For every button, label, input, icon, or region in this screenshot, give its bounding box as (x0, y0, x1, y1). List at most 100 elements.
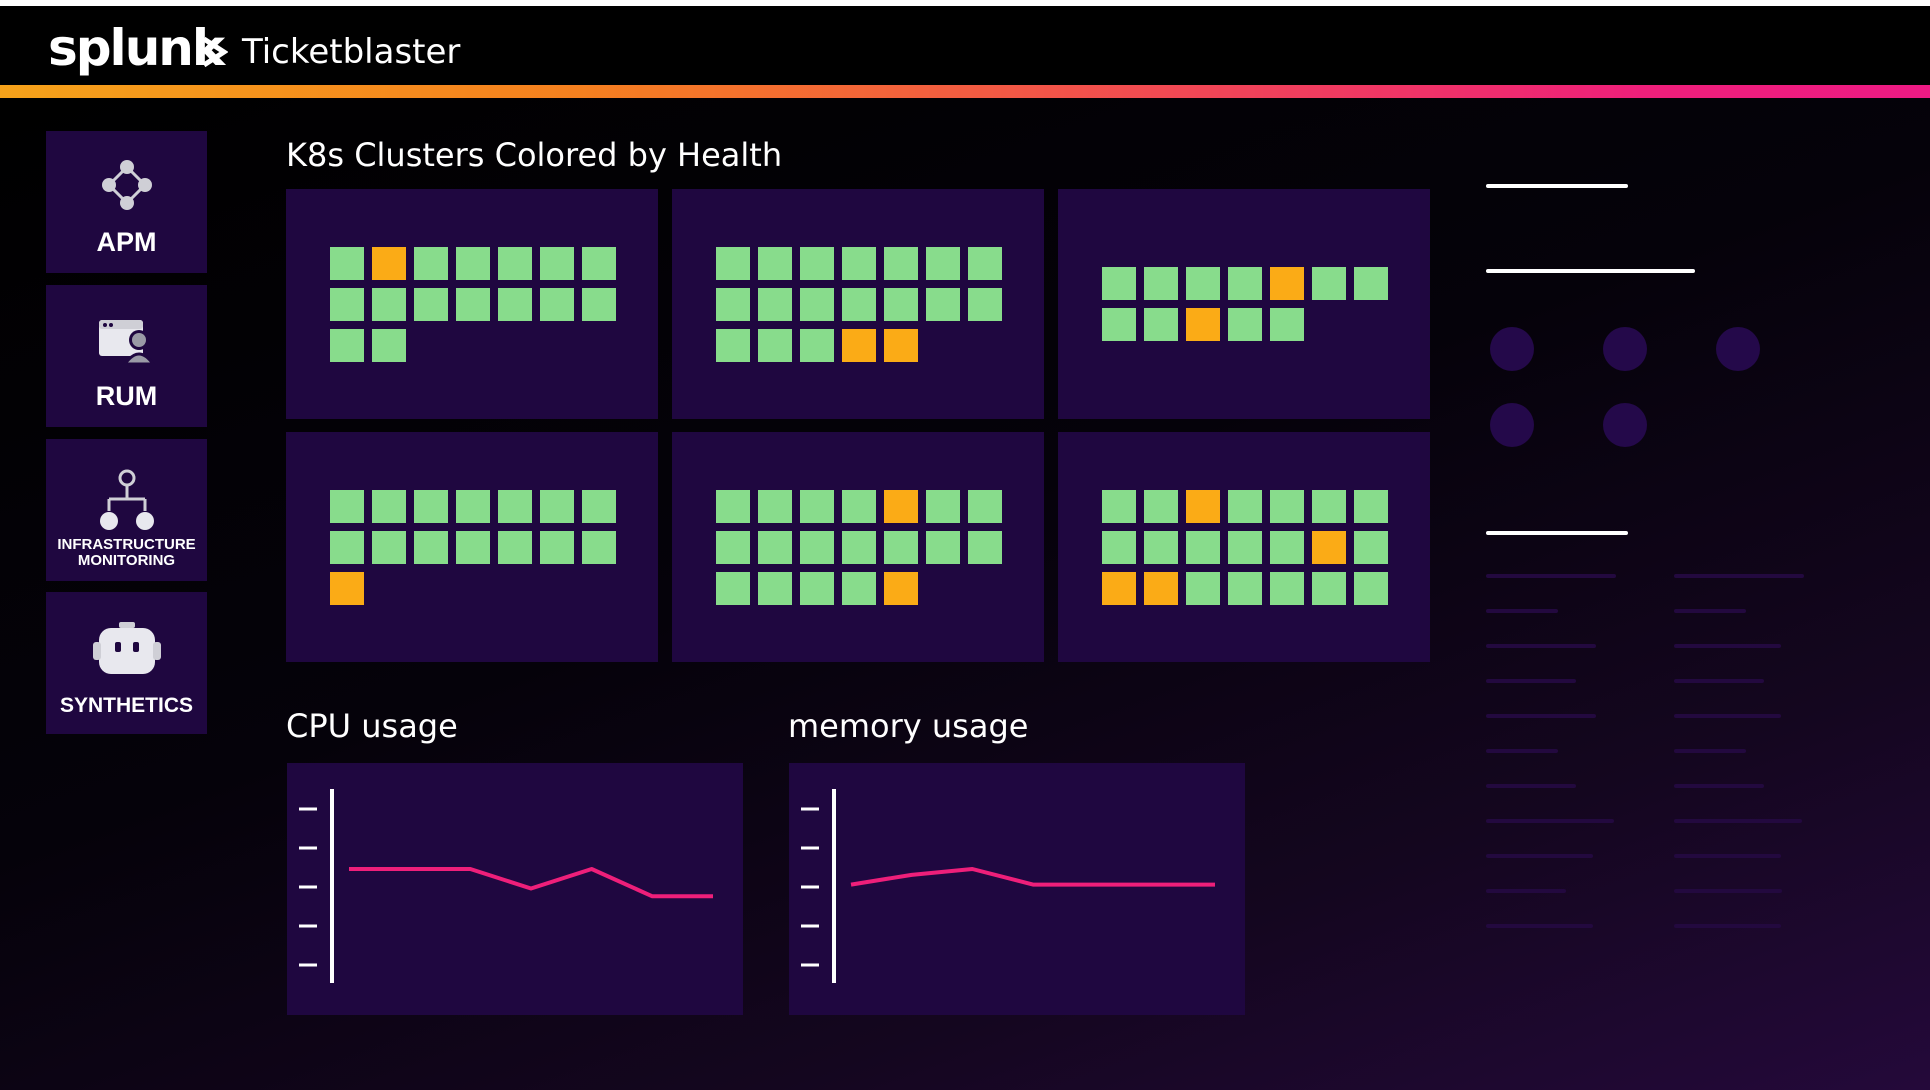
node-healthy[interactable] (1228, 490, 1262, 523)
node-warning[interactable] (1186, 490, 1220, 523)
node-healthy[interactable] (1354, 572, 1388, 605)
cluster-panel-6[interactable] (1058, 432, 1430, 662)
node-warning[interactable] (884, 329, 918, 362)
node-healthy[interactable] (1354, 490, 1388, 523)
node-warning[interactable] (1312, 531, 1346, 564)
cluster-panel-1[interactable] (286, 189, 658, 419)
node-healthy[interactable] (372, 531, 406, 564)
node-healthy[interactable] (968, 288, 1002, 321)
node-healthy[interactable] (842, 572, 876, 605)
node-healthy[interactable] (1312, 572, 1346, 605)
nav-tile-rum[interactable]: RUM (46, 285, 207, 427)
node-healthy[interactable] (330, 531, 364, 564)
node-healthy[interactable] (758, 490, 792, 523)
node-warning[interactable] (1270, 267, 1304, 300)
nav-tile-infrastructure[interactable]: INFRASTRUCTURE MONITORING (46, 439, 207, 581)
node-healthy[interactable] (456, 531, 490, 564)
node-healthy[interactable] (758, 531, 792, 564)
node-healthy[interactable] (926, 490, 960, 523)
node-healthy[interactable] (800, 531, 834, 564)
node-healthy[interactable] (842, 490, 876, 523)
node-healthy[interactable] (498, 490, 532, 523)
node-healthy[interactable] (800, 329, 834, 362)
cluster-panel-3[interactable] (1058, 189, 1430, 419)
node-warning[interactable] (884, 572, 918, 605)
node-healthy[interactable] (884, 247, 918, 280)
node-healthy[interactable] (758, 288, 792, 321)
node-healthy[interactable] (842, 247, 876, 280)
node-healthy[interactable] (414, 531, 448, 564)
node-healthy[interactable] (1186, 267, 1220, 300)
node-healthy[interactable] (372, 490, 406, 523)
node-healthy[interactable] (372, 329, 406, 362)
node-healthy[interactable] (800, 247, 834, 280)
node-healthy[interactable] (372, 288, 406, 321)
node-healthy[interactable] (330, 329, 364, 362)
node-healthy[interactable] (926, 288, 960, 321)
node-healthy[interactable] (540, 490, 574, 523)
node-healthy[interactable] (758, 572, 792, 605)
node-healthy[interactable] (582, 490, 616, 523)
node-healthy[interactable] (758, 329, 792, 362)
node-healthy[interactable] (414, 288, 448, 321)
node-healthy[interactable] (1270, 531, 1304, 564)
node-healthy[interactable] (1270, 490, 1304, 523)
node-warning[interactable] (884, 490, 918, 523)
node-healthy[interactable] (1102, 308, 1136, 341)
node-healthy[interactable] (1228, 308, 1262, 341)
node-healthy[interactable] (582, 288, 616, 321)
node-warning[interactable] (1144, 572, 1178, 605)
node-warning[interactable] (1102, 572, 1136, 605)
node-healthy[interactable] (926, 247, 960, 280)
node-healthy[interactable] (1186, 531, 1220, 564)
node-warning[interactable] (330, 572, 364, 605)
node-warning[interactable] (1186, 308, 1220, 341)
node-healthy[interactable] (800, 490, 834, 523)
node-healthy[interactable] (1228, 572, 1262, 605)
node-healthy[interactable] (540, 531, 574, 564)
node-healthy[interactable] (1102, 531, 1136, 564)
node-healthy[interactable] (1144, 267, 1178, 300)
cluster-panel-5[interactable] (672, 432, 1044, 662)
node-healthy[interactable] (884, 288, 918, 321)
nav-tile-synthetics[interactable]: SYNTHETICS (46, 592, 207, 734)
node-healthy[interactable] (1312, 490, 1346, 523)
node-warning[interactable] (372, 247, 406, 280)
node-healthy[interactable] (582, 247, 616, 280)
node-healthy[interactable] (330, 490, 364, 523)
node-healthy[interactable] (456, 490, 490, 523)
node-healthy[interactable] (1354, 267, 1388, 300)
node-healthy[interactable] (1186, 572, 1220, 605)
node-healthy[interactable] (414, 490, 448, 523)
node-healthy[interactable] (540, 247, 574, 280)
node-healthy[interactable] (800, 288, 834, 321)
node-healthy[interactable] (758, 247, 792, 280)
node-healthy[interactable] (1312, 267, 1346, 300)
node-healthy[interactable] (498, 247, 532, 280)
node-healthy[interactable] (716, 247, 750, 280)
cluster-panel-2[interactable] (672, 189, 1044, 419)
node-healthy[interactable] (1144, 490, 1178, 523)
node-healthy[interactable] (716, 572, 750, 605)
nav-tile-apm[interactable]: APM (46, 131, 207, 273)
node-healthy[interactable] (968, 247, 1002, 280)
node-healthy[interactable] (456, 247, 490, 280)
node-healthy[interactable] (716, 288, 750, 321)
node-healthy[interactable] (456, 288, 490, 321)
node-healthy[interactable] (1270, 308, 1304, 341)
node-healthy[interactable] (540, 288, 574, 321)
node-healthy[interactable] (716, 329, 750, 362)
node-healthy[interactable] (716, 490, 750, 523)
node-healthy[interactable] (498, 531, 532, 564)
node-healthy[interactable] (1228, 267, 1262, 300)
node-healthy[interactable] (800, 572, 834, 605)
node-healthy[interactable] (716, 531, 750, 564)
node-healthy[interactable] (582, 531, 616, 564)
node-healthy[interactable] (884, 531, 918, 564)
node-healthy[interactable] (842, 288, 876, 321)
node-healthy[interactable] (968, 531, 1002, 564)
node-healthy[interactable] (1102, 490, 1136, 523)
node-healthy[interactable] (1144, 531, 1178, 564)
node-healthy[interactable] (926, 531, 960, 564)
node-healthy[interactable] (414, 247, 448, 280)
